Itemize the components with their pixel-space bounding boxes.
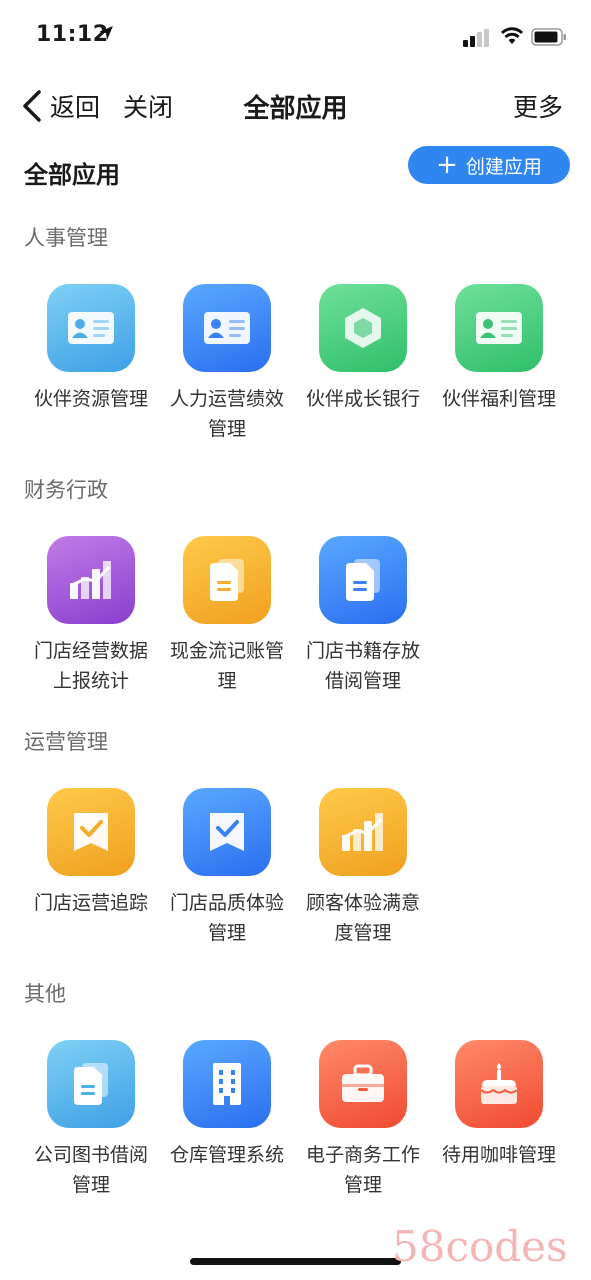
document-icon [344,557,382,603]
section-title: 全部应用 [24,161,120,189]
app-name: 伙伴福利管理 [441,388,556,410]
app-item[interactable]: 伙伴福利管理 [431,284,567,414]
id-card-icon [67,311,115,345]
cake-icon [477,1062,521,1106]
app-item[interactable]: 门店品质体验管理 [159,788,295,948]
app-tile [47,536,135,624]
app-tile [319,284,407,372]
app-item[interactable]: 伙伴成长银行 [295,284,431,414]
id-card-icon [475,311,523,345]
app-name: 待用咖啡管理 [441,1144,556,1166]
checked-flag-icon [71,810,111,854]
app-item[interactable]: 门店经营数据上报统计 [23,536,159,696]
bar-chart-icon [68,559,114,601]
app-tile [183,284,271,372]
app-item[interactable]: 门店书籍存放借阅管理 [295,536,431,696]
app-item[interactable]: 顾客体验满意度管理 [295,788,431,948]
back-button[interactable]: 返回 [22,88,100,124]
create-app-button[interactable]: + 创建应用 [408,146,570,184]
app-name: 现金流记账管理 [169,640,284,692]
app-name: 人力运营绩效管理 [169,388,284,440]
app-tile [319,788,407,876]
app-item[interactable]: 伙伴资源管理 [23,284,159,414]
wifi-icon [500,27,524,44]
app-name: 电子商务工作管理 [305,1144,420,1196]
app-name: 公司图书借阅管理 [33,1144,148,1196]
category-label: 运营管理 [24,730,108,754]
app-item[interactable]: 人力运营绩效管理 [159,284,295,444]
app-item[interactable]: 现金流记账管理 [159,536,295,696]
app-tile [319,1040,407,1128]
chevron-left-icon [23,90,41,122]
app-item[interactable]: 待用咖啡管理 [431,1040,567,1170]
app-tile [319,536,407,624]
app-tile [47,1040,135,1128]
category-label: 人事管理 [24,226,108,250]
home-indicator[interactable] [190,1258,401,1265]
app-name: 门店书籍存放借阅管理 [305,640,420,692]
checked-flag-icon [207,810,247,854]
app-tile [455,1040,543,1128]
back-label: 返回 [50,93,101,122]
category-label: 其他 [24,982,66,1006]
app-name: 伙伴成长银行 [305,388,420,410]
app-item[interactable]: 仓库管理系统 [159,1040,295,1170]
app-tile [455,284,543,372]
more-button[interactable]: 更多 [513,88,563,124]
briefcase-icon [340,1064,386,1104]
watermark: 58codes [392,1222,568,1271]
close-button[interactable]: 关闭 [123,88,173,124]
app-tile [47,788,135,876]
plus-icon: + [436,150,458,180]
navigation-bar: 返回 关闭 全部应用 更多 [0,80,591,130]
document-icon [208,557,246,603]
app-name: 伙伴资源管理 [33,388,148,410]
app-item[interactable]: 电子商务工作管理 [295,1040,431,1200]
app-tile [183,788,271,876]
document-icon [72,1061,110,1107]
app-tile [183,1040,271,1128]
category-label: 财务行政 [24,478,108,502]
app-name: 顾客体验满意度管理 [305,892,420,944]
app-item[interactable]: 公司图书借阅管理 [23,1040,159,1200]
cellular-signal-icon [463,29,489,47]
bar-chart-icon [340,811,386,853]
app-tile [183,536,271,624]
location-arrow-icon [99,26,113,40]
app-item[interactable]: 门店运营追踪 [23,788,159,918]
cube-icon [343,306,383,350]
building-icon [207,1061,247,1107]
app-name: 门店经营数据上报统计 [33,640,148,692]
app-name: 门店运营追踪 [33,892,148,914]
battery-icon [531,28,566,46]
create-app-label: 创建应用 [465,155,542,178]
id-card-icon [203,311,251,345]
status-bar: 11:12 [0,0,591,70]
app-tile [47,284,135,372]
app-name: 门店品质体验管理 [169,892,284,944]
app-name: 仓库管理系统 [169,1144,284,1166]
